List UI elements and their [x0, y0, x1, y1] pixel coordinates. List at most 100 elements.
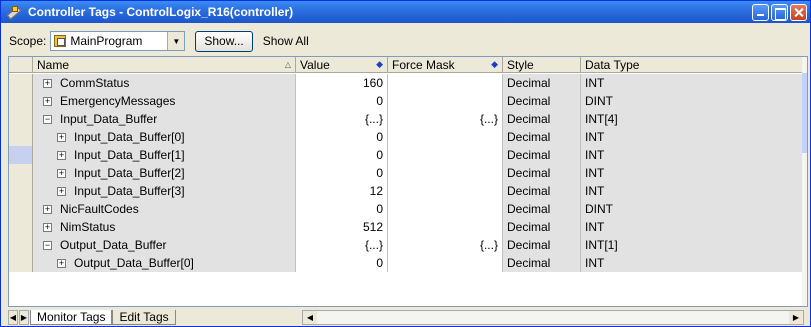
- tag-force-mask[interactable]: [388, 218, 503, 236]
- tag-data-type[interactable]: INT: [581, 128, 803, 146]
- tag-name-cell[interactable]: + NicFaultCodes: [33, 200, 296, 218]
- expand-icon[interactable]: +: [57, 150, 66, 160]
- tag-data-type[interactable]: DINT: [581, 200, 803, 218]
- table-row[interactable]: − Input_Data_Buffer {...} {...} Decimal INT[4…: [9, 110, 803, 128]
- tag-data-type[interactable]: INT: [581, 182, 803, 200]
- table-row[interactable]: + CommStatus 160 Decimal INT: [9, 74, 803, 92]
- tag-style[interactable]: Decimal: [503, 146, 581, 164]
- tag-data-type[interactable]: INT: [581, 164, 803, 182]
- tag-value[interactable]: 0: [296, 164, 388, 182]
- scope-select[interactable]: MainProgram ▼: [50, 31, 186, 51]
- chevron-down-icon[interactable]: ▼: [167, 32, 185, 50]
- table-row[interactable]: + NimStatus 512 Decimal INT: [9, 218, 803, 236]
- tag-value[interactable]: 12: [296, 182, 388, 200]
- row-selector[interactable]: [9, 146, 33, 164]
- tag-force-mask[interactable]: [388, 164, 503, 182]
- tag-style[interactable]: Decimal: [503, 254, 581, 272]
- tag-force-mask[interactable]: [388, 200, 503, 218]
- tag-style[interactable]: Decimal: [503, 74, 581, 92]
- tag-force-mask[interactable]: {...}: [388, 110, 503, 128]
- expand-icon[interactable]: +: [57, 258, 66, 268]
- show-button[interactable]: Show...: [195, 30, 253, 52]
- header-name[interactable]: Name △: [33, 57, 296, 73]
- row-selector[interactable]: [9, 110, 33, 128]
- header-style[interactable]: Style: [503, 57, 581, 73]
- table-row[interactable]: + Output_Data_Buffer[0] 0 Decimal INT: [9, 254, 803, 272]
- header-force-mask[interactable]: Force Mask ◆: [388, 57, 503, 73]
- tag-style[interactable]: Decimal: [503, 200, 581, 218]
- tag-data-type[interactable]: INT: [581, 146, 803, 164]
- tag-data-type[interactable]: INT: [581, 218, 803, 236]
- row-selector[interactable]: [9, 218, 33, 236]
- tag-name-cell[interactable]: + CommStatus: [33, 74, 296, 92]
- tag-name-cell[interactable]: + Input_Data_Buffer[3]: [33, 182, 296, 200]
- tag-name-cell[interactable]: − Output_Data_Buffer: [33, 236, 296, 254]
- tag-value[interactable]: 0: [296, 92, 388, 110]
- table-row[interactable]: + EmergencyMessages 0 Decimal DINT: [9, 92, 803, 110]
- row-selector[interactable]: [9, 236, 33, 254]
- tag-style[interactable]: Decimal: [503, 110, 581, 128]
- tag-data-type[interactable]: INT[1]: [581, 236, 803, 254]
- collapse-icon[interactable]: −: [43, 114, 52, 124]
- tag-data-type[interactable]: INT: [581, 74, 803, 92]
- horizontal-scrollbar[interactable]: ◀ ▶: [302, 310, 804, 325]
- tag-value[interactable]: 0: [296, 128, 388, 146]
- tag-force-mask[interactable]: [388, 254, 503, 272]
- tag-value[interactable]: 0: [296, 200, 388, 218]
- vertical-scrollbar[interactable]: [802, 57, 807, 306]
- tag-name-cell[interactable]: − Input_Data_Buffer: [33, 110, 296, 128]
- tag-name-cell[interactable]: + NimStatus: [33, 218, 296, 236]
- expand-icon[interactable]: +: [43, 96, 52, 106]
- tag-value[interactable]: {...}: [296, 110, 388, 128]
- tag-data-type[interactable]: INT: [581, 254, 803, 272]
- scroll-right-icon[interactable]: ▶: [789, 311, 803, 324]
- tag-force-mask[interactable]: [388, 128, 503, 146]
- header-data-type[interactable]: Data Type: [581, 57, 803, 73]
- scroll-thumb[interactable]: [802, 73, 807, 153]
- tag-value[interactable]: 160: [296, 74, 388, 92]
- close-button[interactable]: [790, 3, 807, 21]
- tag-style[interactable]: Decimal: [503, 92, 581, 110]
- tag-name-cell[interactable]: + Input_Data_Buffer[2]: [33, 164, 296, 182]
- table-row[interactable]: + Input_Data_Buffer[3] 12 Decimal INT: [9, 182, 803, 200]
- expand-icon[interactable]: +: [43, 222, 52, 232]
- table-row[interactable]: + Input_Data_Buffer[0] 0 Decimal INT: [9, 128, 803, 146]
- collapse-icon[interactable]: −: [43, 240, 52, 250]
- title-bar[interactable]: Controller Tags - ControlLogix_R16(contr…: [1, 1, 810, 23]
- expand-icon[interactable]: +: [57, 186, 66, 196]
- tag-style[interactable]: Decimal: [503, 164, 581, 182]
- tag-force-mask[interactable]: [388, 74, 503, 92]
- tag-data-type[interactable]: DINT: [581, 92, 803, 110]
- expand-icon[interactable]: +: [57, 132, 66, 142]
- tag-force-mask[interactable]: [388, 182, 503, 200]
- tag-style[interactable]: Decimal: [503, 182, 581, 200]
- tag-value[interactable]: 512: [296, 218, 388, 236]
- expand-icon[interactable]: +: [43, 78, 52, 88]
- row-selector[interactable]: [9, 128, 33, 146]
- tag-name-cell[interactable]: + Output_Data_Buffer[0]: [33, 254, 296, 272]
- tab-scroll-right-icon[interactable]: ▶: [19, 310, 29, 325]
- tag-name-cell[interactable]: + Input_Data_Buffer[0]: [33, 128, 296, 146]
- tag-data-type[interactable]: INT[4]: [581, 110, 803, 128]
- tag-style[interactable]: Decimal: [503, 218, 581, 236]
- table-row[interactable]: − Output_Data_Buffer {...} {...} Decimal INT[…: [9, 236, 803, 254]
- row-selector[interactable]: [9, 92, 33, 110]
- tag-name-cell[interactable]: + EmergencyMessages: [33, 92, 296, 110]
- table-row[interactable]: + NicFaultCodes 0 Decimal DINT: [9, 200, 803, 218]
- tag-style[interactable]: Decimal: [503, 128, 581, 146]
- tag-force-mask[interactable]: [388, 92, 503, 110]
- row-selector[interactable]: [9, 164, 33, 182]
- tag-name-cell[interactable]: + Input_Data_Buffer[1]: [33, 146, 296, 164]
- tag-force-mask[interactable]: {...}: [388, 236, 503, 254]
- tab-monitor-tags[interactable]: Monitor Tags: [30, 310, 113, 325]
- table-row[interactable]: + Input_Data_Buffer[2] 0 Decimal INT: [9, 164, 803, 182]
- tag-force-mask[interactable]: [388, 146, 503, 164]
- tab-scroll-left-icon[interactable]: ◀: [8, 310, 18, 325]
- row-selector[interactable]: [9, 200, 33, 218]
- tag-value[interactable]: 0: [296, 146, 388, 164]
- maximize-button[interactable]: [771, 3, 788, 21]
- header-value[interactable]: Value ◆: [296, 57, 388, 73]
- expand-icon[interactable]: +: [57, 168, 66, 178]
- row-selector[interactable]: [9, 74, 33, 92]
- tag-value[interactable]: {...}: [296, 236, 388, 254]
